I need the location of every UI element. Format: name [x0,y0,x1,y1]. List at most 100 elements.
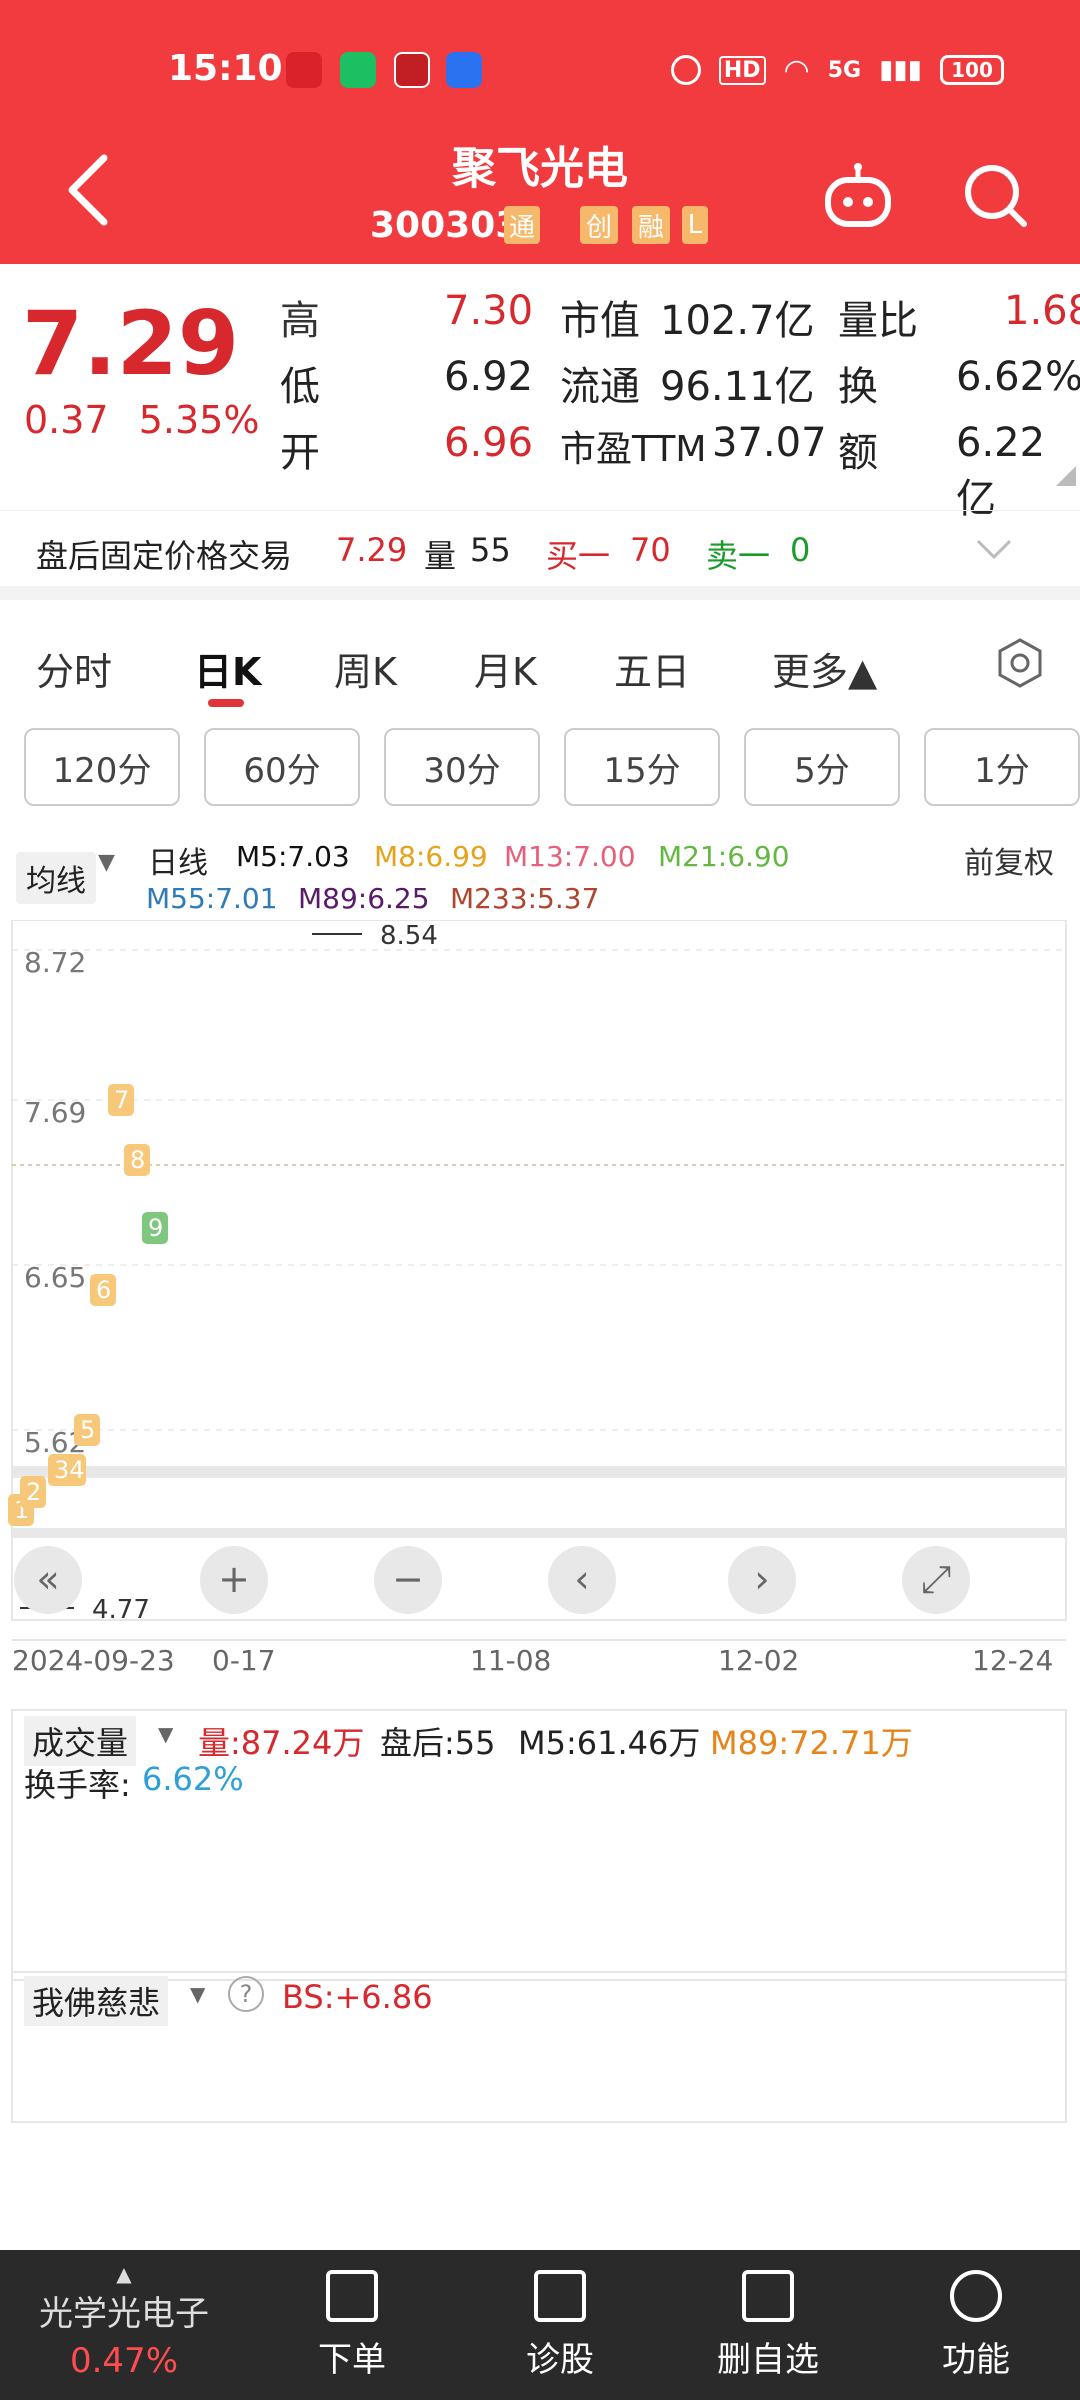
zoom-out-icon[interactable]: − [392,1557,424,1601]
badge-l: L [682,206,708,244]
current-price: 7.29 [22,292,240,395]
fullscreen-icon[interactable]: ⤢ [921,1557,951,1601]
label-amount: 额 [838,430,878,476]
label-high: 高 [280,298,320,344]
ma-m233: M233:5.37 [450,882,600,915]
turnover-value: 6.62% [142,1760,244,1798]
diagnose-button[interactable]: 诊股 [480,2270,640,2381]
x-tick-label: 12-24 [972,1644,1053,1677]
label-volratio: 量比 [838,298,918,344]
after-hours-bar[interactable]: 盘后固定价格交易 7.29 量 55 买一 70 卖一 0 [0,510,1080,600]
tab-five-day[interactable]: 五日 [614,641,690,696]
period-1min[interactable]: 1分 [924,728,1080,806]
ma-m55: M55:7.01 [146,882,278,915]
ma-m21: M21:6.90 [658,840,790,873]
value-low: 6.92 [444,354,534,400]
zoom-in-icon[interactable]: + [218,1557,250,1601]
settings-icon[interactable] [994,637,1046,689]
badge-tong: 通 [504,206,540,244]
change-pct: 5.35% [138,398,260,442]
up-arrow-icon: ▲ [116,2262,132,2286]
corner-fold-icon [1056,466,1076,486]
volume-after: 盘后:55 [380,1724,496,1762]
ma-selector[interactable]: 均线 [16,852,96,904]
indicator-selector-arrow: ▼ [190,1982,206,2006]
indicator-selector[interactable]: 我佛慈悲 [24,1976,169,2026]
order-button[interactable]: 下单 [272,2270,432,2381]
sector-pct: 0.47% [69,2341,178,2381]
tab-weekly-k[interactable]: 周K [334,641,397,696]
period-15min[interactable]: 15分 [564,728,720,806]
status-right: HD ◠ 5G ▮▮▮ 100 [670,50,1004,90]
help-icon[interactable]: ? [228,1976,264,2012]
ma-type: 日线 [148,846,208,881]
value-high: 7.30 [444,288,534,334]
signal-label: 8 [130,1146,145,1174]
chevron-down-icon[interactable] [976,537,1012,561]
volume-selector-arrow: ▼ [158,1722,174,1746]
high-price-label: 8.54 [380,921,438,951]
value-mktcap: 102.7亿 [660,298,815,344]
menu-icon [950,2270,1002,2322]
chevron-right-icon[interactable]: › [754,1557,769,1601]
sector-info[interactable]: ▲ 光学光电子 0.47% [24,2262,224,2381]
y-tick-label: 6.65 [24,1261,86,1294]
value-volratio: 1.68 [1004,288,1080,334]
order-icon [326,2270,378,2322]
period-60min[interactable]: 60分 [204,728,360,806]
tab-daily-k[interactable]: 日K [194,641,261,696]
network-label: 5G [827,57,862,83]
volume-value: 量:87.24万 [198,1724,365,1762]
search-icon[interactable] [960,160,1032,232]
period-5min[interactable]: 5分 [744,728,900,806]
signal-label: 6 [96,1276,111,1304]
app-icon [394,52,430,88]
period-120min[interactable]: 120分 [24,728,180,806]
bottom-bar: ▲ 光学光电子 0.47% 下单 诊股 删自选 功能 [0,2250,1080,2400]
functions-button[interactable]: 功能 [896,2270,1056,2381]
robot-icon[interactable] [822,162,894,234]
sell1-label: 卖一 [706,537,771,575]
tab-more[interactable]: 更多▲ [772,641,877,696]
chart-tabs: 分时 日K 周K 月K 五日 更多▲ [0,625,1080,715]
back-icon[interactable]: « [36,1557,59,1601]
signal-label: 34 [54,1456,85,1484]
price-adjust[interactable]: 前复权 [964,838,1054,882]
x-tick-label: 11-08 [470,1644,551,1677]
label-turnover: 换 [838,364,878,410]
volume-m5: M5:61.46万 [518,1724,701,1762]
label-pe: 市盈TTM [560,429,707,470]
battery-icon: 100 [940,55,1004,85]
period-30min[interactable]: 30分 [384,728,540,806]
after-hours-vol-label: 量 [424,537,457,575]
signal-icon: ▮▮▮ [879,55,922,85]
band [12,1466,1066,1478]
label-float: 流通 [560,364,640,410]
change-abs: 0.37 [24,398,109,442]
badge-rong: 融 [632,206,670,244]
tab-monthly-k[interactable]: 月K [474,641,537,696]
wifi-icon: ◠ [783,52,810,88]
turnover-label: 换手率: [24,1766,131,1804]
x-tick-label: 12-02 [718,1644,799,1677]
volume-m89: M89:72.71万 [710,1724,913,1762]
signal-label: 7 [114,1086,129,1114]
status-bar: 15:10 HD ◠ 5G ▮▮▮ 100 [0,40,1080,100]
remove-watchlist-label: 删自选 [717,2340,819,2380]
indicator-bs: BS:+6.86 [282,1978,433,2016]
x-tick-label: 2024-09-23 [12,1644,175,1677]
ma-m8: M8:6.99 [374,840,488,873]
notification-icon [286,52,322,88]
label-low: 低 [280,364,320,410]
band [12,1528,1066,1538]
diagnose-label: 诊股 [526,2340,594,2380]
chevron-left-icon[interactable]: ‹ [574,1557,589,1601]
tab-timeshare[interactable]: 分时 [36,641,112,696]
signal-label: 2 [26,1478,41,1506]
y-tick-label: 7.69 [24,1096,86,1129]
order-label: 下单 [318,2340,386,2380]
volume-selector[interactable]: 成交量 [24,1716,137,1766]
diagnose-icon [534,2270,586,2322]
active-tab-indicator [208,699,244,707]
remove-watchlist-button[interactable]: 删自选 [688,2270,848,2381]
